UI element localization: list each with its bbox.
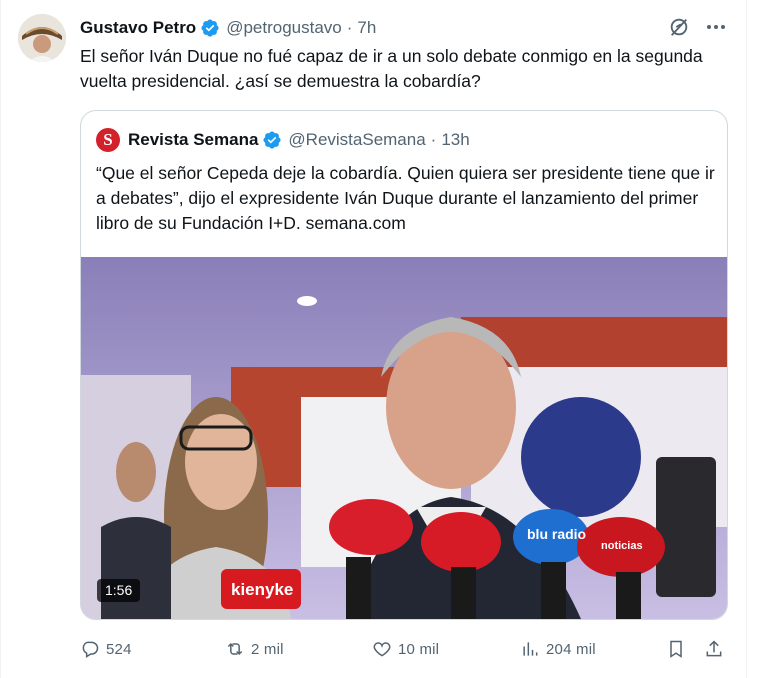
timeline-border-right: [746, 0, 747, 678]
tweet-header: Gustavo Petro @petrogustavo · 7h: [80, 16, 376, 40]
mic-label-kienyke: kienyke: [231, 580, 293, 599]
reply-button[interactable]: 524: [80, 636, 132, 662]
video-player[interactable]: kienyke blu radio noticias 1:56: [81, 257, 727, 619]
author-avatar[interactable]: [18, 14, 66, 62]
quoted-tweet-text: “Que el señor Cepeda deje la cobardía. Q…: [96, 163, 715, 233]
like-count: 10 mil: [398, 640, 440, 658]
views-button[interactable]: 204 mil: [520, 636, 596, 662]
separator-dot: ·: [430, 130, 437, 149]
grok-icon[interactable]: [668, 16, 690, 38]
tweet[interactable]: Gustavo Petro @petrogustavo · 7h El seño…: [0, 0, 746, 678]
like-icon: [373, 642, 391, 657]
share-icon: [706, 640, 722, 657]
tweet-action-bar: 524 2 mil 10 mil 204 mil: [80, 636, 730, 662]
verified-badge-icon: [262, 130, 282, 150]
repost-count: 2 mil: [251, 640, 284, 658]
tweet-time[interactable]: 7h: [357, 18, 376, 38]
more-icon[interactable]: [704, 16, 728, 38]
views-count: 204 mil: [546, 640, 596, 658]
tweet-top-actions: [668, 16, 728, 38]
quoted-author-name[interactable]: Revista Semana: [128, 130, 258, 150]
author-handle[interactable]: @petrogustavo: [226, 18, 342, 38]
reply-count: 524: [106, 640, 132, 658]
repost-button[interactable]: 2 mil: [225, 636, 284, 662]
author-name[interactable]: Gustavo Petro: [80, 18, 196, 38]
tweet-text: El señor Iván Duque no fué capaz de ir a…: [80, 46, 703, 91]
bookmark-button[interactable]: [666, 636, 692, 662]
quoted-author-avatar[interactable]: S: [96, 128, 120, 152]
reply-icon: [82, 641, 99, 658]
video-thumbnail: kienyke blu radio noticias: [81, 257, 727, 619]
video-duration: 1:56: [97, 579, 141, 602]
verified-badge-icon: [200, 18, 220, 38]
separator-dot: ·: [346, 18, 353, 37]
mic-label-blu: blu radio: [527, 526, 586, 542]
views-icon: [523, 642, 538, 656]
share-button[interactable]: [704, 636, 730, 662]
like-button[interactable]: 10 mil: [372, 636, 439, 662]
quoted-tweet[interactable]: S Revista Semana @RevistaSemana · 13h “Q…: [80, 110, 728, 620]
mic-label-noticias: noticias: [601, 540, 643, 552]
repost-icon: [227, 642, 243, 656]
bookmark-icon: [670, 640, 682, 658]
quoted-tweet-time[interactable]: 13h: [441, 130, 469, 150]
quoted-author-handle[interactable]: @RevistaSemana: [288, 130, 425, 150]
quoted-tweet-header: S Revista Semana @RevistaSemana · 13h: [96, 128, 470, 152]
